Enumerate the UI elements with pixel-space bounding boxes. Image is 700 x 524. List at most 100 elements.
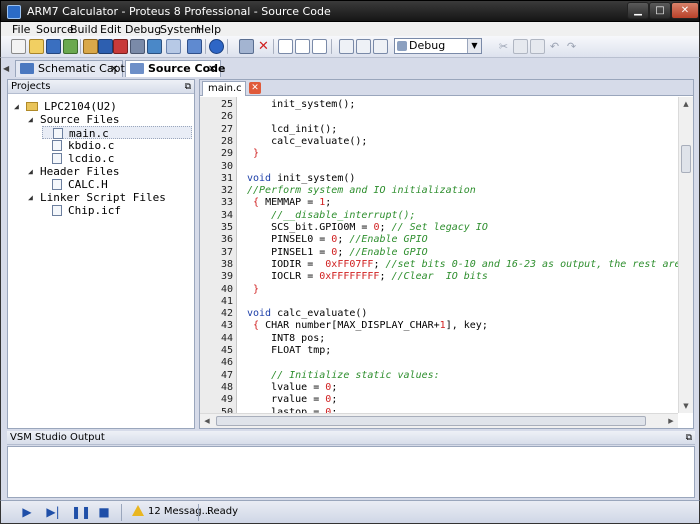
expand-icon[interactable]: ◢ <box>28 165 38 178</box>
scroll-thumb[interactable] <box>216 416 646 426</box>
expand-icon[interactable]: ◢ <box>14 100 24 113</box>
schematic-icon[interactable] <box>98 39 113 54</box>
tree-group-item[interactable]: ◢ Header Files <box>28 165 192 178</box>
scroll-down-icon[interactable]: ▼ <box>679 399 693 413</box>
scroll-up-icon[interactable]: ▲ <box>679 97 693 111</box>
source-icon[interactable] <box>130 39 145 54</box>
chevron-down-icon[interactable]: ▼ <box>467 39 481 53</box>
menu-build[interactable]: Build <box>70 23 98 36</box>
close-icon[interactable]: ✕ <box>208 62 216 77</box>
3d-icon[interactable] <box>147 39 162 54</box>
new-file-icon[interactable] <box>278 39 293 54</box>
file-icon <box>52 153 62 164</box>
tree-file-item[interactable]: Chip.icf <box>42 204 192 217</box>
play-icon[interactable]: ▶ <box>19 505 35 519</box>
build-icon[interactable] <box>339 39 354 54</box>
expand-icon[interactable]: ◢ <box>28 191 38 204</box>
tab-strip: ◀ Schematic Capture ✕ Source Code ✕ <box>0 58 700 77</box>
new-project-icon[interactable] <box>11 39 26 54</box>
expand-icon[interactable]: ◢ <box>28 113 38 126</box>
copy-icon[interactable] <box>513 39 528 54</box>
scroll-thumb[interactable] <box>681 145 691 173</box>
editor-tab-strip: main.c ✕ <box>200 80 693 96</box>
output-body[interactable] <box>7 446 695 498</box>
warning-icon[interactable] <box>132 505 144 516</box>
line-number: 48 <box>220 381 233 393</box>
tree-project-item[interactable]: ◢ LPC2104(U2) <box>14 100 192 113</box>
tree-group-item[interactable]: ◢ Linker Script Files <box>28 191 192 204</box>
pin-icon[interactable]: ⧉ <box>686 432 692 445</box>
line-number: 33 <box>220 197 233 209</box>
tab-scroll-left-icon[interactable]: ◀ <box>3 64 9 73</box>
editor-tab-label: main.c <box>208 83 242 94</box>
redo-icon[interactable]: ↷ <box>564 39 579 54</box>
menu-edit[interactable]: Edit <box>100 23 121 36</box>
clean-icon[interactable] <box>373 39 388 54</box>
messages-count[interactable]: 12 Messag... <box>148 506 211 517</box>
toolbar: ✕ Debug ▼ ✂ ↶ ↷ <box>0 36 700 58</box>
tree-file-item[interactable]: kbdio.c <box>42 139 192 152</box>
line-number: 30 <box>220 160 233 172</box>
close-icon[interactable]: ✕ <box>110 62 118 77</box>
line-number: 28 <box>220 135 233 147</box>
code-editor: main.c ✕ 252627282930313233−343536373839… <box>199 79 694 429</box>
vertical-scrollbar[interactable]: ▲ ▼ <box>678 97 693 413</box>
add-file-icon[interactable] <box>295 39 310 54</box>
maximize-button[interactable]: □ <box>649 2 671 19</box>
toolbar-separator <box>273 39 274 54</box>
remove-file-icon[interactable] <box>312 39 327 54</box>
close-icon[interactable]: ✕ <box>249 82 261 94</box>
tab-source-code[interactable]: Source Code ✕ <box>125 60 226 77</box>
status-text: Ready <box>207 506 239 517</box>
build-config-select[interactable]: Debug ▼ <box>394 38 482 54</box>
line-number: 40 <box>220 283 233 295</box>
import-icon[interactable] <box>63 39 78 54</box>
output-header-label: VSM Studio Output <box>10 432 105 443</box>
bom-icon[interactable] <box>113 39 128 54</box>
toolbar-separator <box>80 39 81 54</box>
pin-icon[interactable]: ⧉ <box>185 81 191 94</box>
tab-schematic-capture[interactable]: Schematic Capture ✕ <box>15 60 143 77</box>
scroll-right-icon[interactable]: ▶ <box>664 414 678 428</box>
delete-icon[interactable]: ✕ <box>256 39 271 54</box>
close-button[interactable]: ✕ <box>671 2 699 19</box>
code-line: } <box>247 148 260 160</box>
editor-tab-main-c[interactable]: main.c ✕ <box>202 81 261 96</box>
menu-system[interactable]: System <box>160 23 201 36</box>
step-icon[interactable]: ▶| <box>45 505 61 519</box>
menu-help[interactable]: Help <box>196 23 221 36</box>
cut-icon[interactable]: ✂ <box>496 39 511 54</box>
code-line: // Initialize static values: <box>247 369 440 381</box>
menu-file[interactable]: File <box>12 23 30 36</box>
scroll-left-icon[interactable]: ◀ <box>200 414 214 428</box>
menu-debug[interactable]: Debug <box>125 23 161 36</box>
settings-icon[interactable] <box>239 39 254 54</box>
tree-file-item[interactable]: main.c <box>42 126 192 140</box>
rebuild-icon[interactable] <box>356 39 371 54</box>
minimize-button[interactable]: ▁ <box>627 2 649 19</box>
line-number: 41 <box>220 295 233 307</box>
line-number: 46 <box>220 357 233 369</box>
file-icon <box>52 205 62 216</box>
tree-file-item[interactable]: CALC.H <box>42 178 192 191</box>
paste-icon[interactable] <box>530 39 545 54</box>
undo-icon[interactable]: ↶ <box>547 39 562 54</box>
stop-icon[interactable]: ■ <box>96 505 112 519</box>
projects-header-label: Projects <box>11 81 51 92</box>
code-text-area[interactable]: init_system(); lcd_init(); calc_evaluate… <box>237 97 678 413</box>
horizontal-scrollbar[interactable]: ◀ ▶ <box>200 413 678 428</box>
tree-file-item[interactable]: lcdio.c <box>42 152 192 165</box>
gerber-icon[interactable] <box>187 39 202 54</box>
line-number: 26 <box>220 111 233 123</box>
projects-panel: Projects ⧉ ◢ LPC2104(U2) ◢ Source Files main… <box>7 79 195 429</box>
pcb-icon[interactable] <box>166 39 181 54</box>
open-project-icon[interactable] <box>29 39 44 54</box>
schematic-icon <box>20 63 34 74</box>
menu-source[interactable]: Source <box>36 23 74 36</box>
help-icon[interactable] <box>209 39 224 54</box>
pause-icon[interactable]: ❚❚ <box>71 505 91 519</box>
save-icon[interactable] <box>46 39 61 54</box>
tree-group-item[interactable]: ◢ Source Files <box>28 113 192 126</box>
home-icon[interactable] <box>83 39 98 54</box>
tree-item-label: lcdio.c <box>68 152 115 165</box>
